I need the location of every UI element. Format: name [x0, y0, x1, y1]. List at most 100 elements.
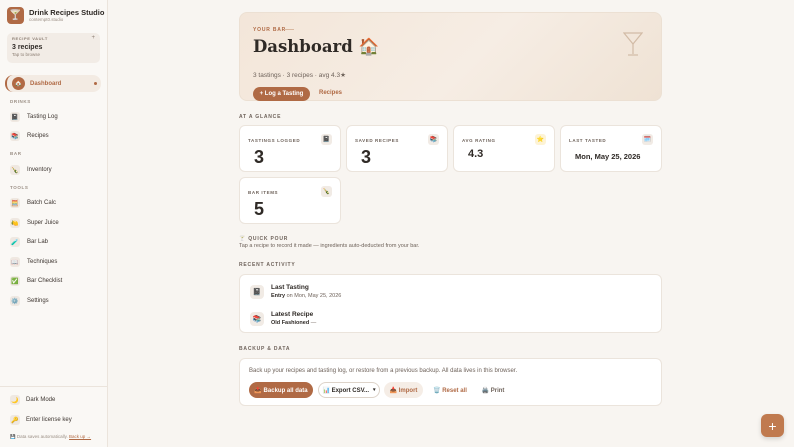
sidebar-item-label: Bar Lab — [27, 239, 49, 245]
sidebar-item-label: Super Juice — [27, 220, 59, 226]
sidebar-item-techniques[interactable]: 📖 Techniques — [10, 256, 57, 268]
sidebar-item-recipes[interactable]: 📚 Recipes — [10, 130, 49, 142]
books-icon: 📚 — [250, 311, 264, 326]
brand[interactable]: 🍸 Drink Recipes Studio contempt0.studio — [7, 7, 104, 24]
floating-add-button[interactable]: + — [761, 414, 784, 437]
dark-mode-toggle[interactable]: 🌙 Dark Mode — [10, 395, 55, 405]
sidebar-item-inventory[interactable]: 🍾 Inventory — [10, 164, 52, 176]
divider — [0, 386, 108, 387]
lemon-icon: 🍋 — [10, 218, 20, 228]
activity-recipe-extra: — — [309, 320, 317, 326]
stat-value: 5 — [254, 199, 265, 219]
reset-all-button[interactable]: 🗑️ Reset all — [428, 382, 472, 398]
bottle-icon: 🍾 — [321, 186, 332, 197]
chevron-down-icon: ▾ — [373, 387, 376, 393]
log-tasting-button[interactable]: + Log a Tasting — [253, 87, 310, 101]
stat-avg-rating[interactable]: AVG RATING ⭐ 4.3 — [453, 125, 555, 172]
key-icon: 🔑 — [10, 415, 20, 425]
activity-last-tasting[interactable]: 📓 Last Tasting Entry on Mon, May 25, 202… — [250, 284, 341, 299]
sidebar-item-batch-calc[interactable]: 🧮 Batch Calc — [10, 197, 56, 209]
section-bar: BAR — [10, 151, 22, 156]
import-button[interactable]: 📥 Import — [384, 382, 423, 398]
stat-label: TASTINGS LOGGED — [248, 138, 301, 143]
recent-activity-card: 📓 Last Tasting Entry on Mon, May 25, 202… — [239, 274, 662, 333]
stat-saved-recipes[interactable]: SAVED RECIPES 📚 3 — [346, 125, 448, 172]
section-drinks: DRINKS — [10, 99, 31, 104]
stat-value: 3 — [254, 147, 265, 167]
print-button[interactable]: 🖨️ Print — [476, 382, 510, 398]
activity-entry-date: on Mon, May 25, 2026 — [285, 293, 342, 299]
backup-card: Back up your recipes and tasting log, or… — [239, 358, 662, 406]
notebook-icon: 📓 — [321, 134, 332, 145]
sidebar-item-label: Batch Calc — [27, 200, 57, 206]
sidebar-item-settings[interactable]: ⚙️ Settings — [10, 295, 49, 307]
calendar-icon: 🗓️ — [642, 134, 653, 145]
stat-value: Mon, May 25, 2026 — [575, 152, 641, 161]
moon-icon: 🌙 — [10, 395, 20, 405]
activity-detail: Old Fashioned — — [271, 320, 316, 326]
stat-tastings-logged[interactable]: TASTINGS LOGGED 📓 3 — [239, 125, 341, 172]
home-icon: 🏠 — [12, 77, 25, 90]
vault-hint: Tap to browse — [12, 52, 41, 57]
vault-count: 3 recipes — [12, 44, 43, 51]
at-a-glance-title: AT A GLANCE — [239, 114, 282, 120]
star-icon: ⭐ — [535, 134, 546, 145]
dark-mode-label: Dark Mode — [26, 397, 56, 403]
sidebar-item-label: Tasting Log — [27, 114, 58, 120]
sidebar-item-bar-checklist[interactable]: ✅ Bar Checklist — [10, 275, 62, 287]
recent-activity-title: RECENT ACTIVITY — [239, 262, 296, 268]
sidebar-item-label: Recipes — [27, 133, 49, 139]
autosave-text: 💾 Data saves automatically. — [10, 434, 70, 439]
activity-entry-name: Entry — [271, 293, 286, 299]
export-csv-label: 📊 Export CSV... — [322, 387, 370, 394]
license-key-label: Enter license key — [26, 417, 72, 423]
sidebar-item-tasting-log[interactable]: 📓 Tasting Log — [10, 111, 58, 123]
recipe-vault-card[interactable]: RECIPE VAULT 3 recipes Tap to browse + — [7, 33, 100, 63]
gear-icon: ⚙️ — [10, 296, 20, 306]
sidebar-item-super-juice[interactable]: 🍋 Super Juice — [10, 217, 59, 229]
stat-label: AVG RATING — [462, 138, 496, 143]
active-indicator — [94, 82, 97, 85]
activity-title: Last Tasting — [271, 284, 309, 291]
books-icon: 📚 — [10, 131, 20, 141]
sidebar-item-dashboard[interactable]: 🏠 Dashboard — [5, 75, 101, 92]
stat-value: 4.3 — [468, 148, 484, 160]
activity-latest-recipe[interactable]: 📚 Latest Recipe Old Fashioned — — [250, 311, 316, 326]
checkmark-icon: ✅ — [10, 276, 20, 286]
activity-recipe-name: Old Fashioned — [271, 320, 310, 326]
notebook-icon: 📓 — [10, 112, 20, 122]
notebook-icon: 📓 — [250, 284, 264, 299]
stat-label: LAST TASTED — [569, 138, 607, 143]
plus-icon[interactable]: + — [91, 35, 95, 41]
stat-label: BAR ITEMS — [248, 190, 279, 195]
bottle-icon: 🍾 — [10, 165, 20, 175]
page-title: Dashboard 🏠 — [253, 37, 380, 56]
stat-last-tasted[interactable]: LAST TASTED 🗓️ Mon, May 25, 2026 — [560, 125, 662, 172]
section-tools: TOOLS — [10, 185, 29, 190]
backup-all-button[interactable]: 📤 Backup all data — [249, 382, 313, 398]
recipes-link[interactable]: Recipes — [319, 90, 342, 96]
quick-pour-subtitle: Tap a recipe to record it made — ingredi… — [239, 243, 420, 249]
backup-link[interactable]: Back up → — [69, 434, 91, 439]
brand-name: Drink Recipes Studio — [29, 8, 105, 17]
autosave-note: 💾 Data saves automatically. Back up → — [10, 434, 91, 440]
backup-data-title: BACKUP & DATA — [239, 346, 291, 352]
license-key-button[interactable]: 🔑 Enter license key — [10, 415, 72, 425]
sidebar-item-label: Dashboard — [30, 80, 62, 87]
quick-pour-title: 🍸 QUICK POUR — [239, 236, 289, 242]
activity-title: Latest Recipe — [271, 311, 314, 318]
books-icon: 📚 — [428, 134, 439, 145]
backup-description: Back up your recipes and tasting log, or… — [249, 368, 518, 374]
sidebar-item-label: Bar Checklist — [27, 278, 63, 284]
brand-subtitle: contempt0.studio — [29, 17, 64, 22]
eyebrow-line — [284, 29, 294, 30]
sidebar-item-label: Settings — [27, 298, 49, 304]
stat-label: SAVED RECIPES — [355, 138, 399, 143]
test-tube-icon: 🧪 — [10, 237, 20, 247]
stat-bar-items[interactable]: BAR ITEMS 🍾 5 — [239, 177, 341, 224]
abacus-icon: 🧮 — [10, 198, 20, 208]
hero-summary: 3 tastings · 3 recipes · avg 4.3★ — [253, 72, 346, 79]
sidebar-item-bar-lab[interactable]: 🧪 Bar Lab — [10, 236, 48, 248]
export-csv-select[interactable]: 📊 Export CSV... ▾ — [318, 382, 380, 398]
hero-banner: YOUR BAR Dashboard 🏠 3 tastings · 3 reci… — [239, 12, 662, 101]
